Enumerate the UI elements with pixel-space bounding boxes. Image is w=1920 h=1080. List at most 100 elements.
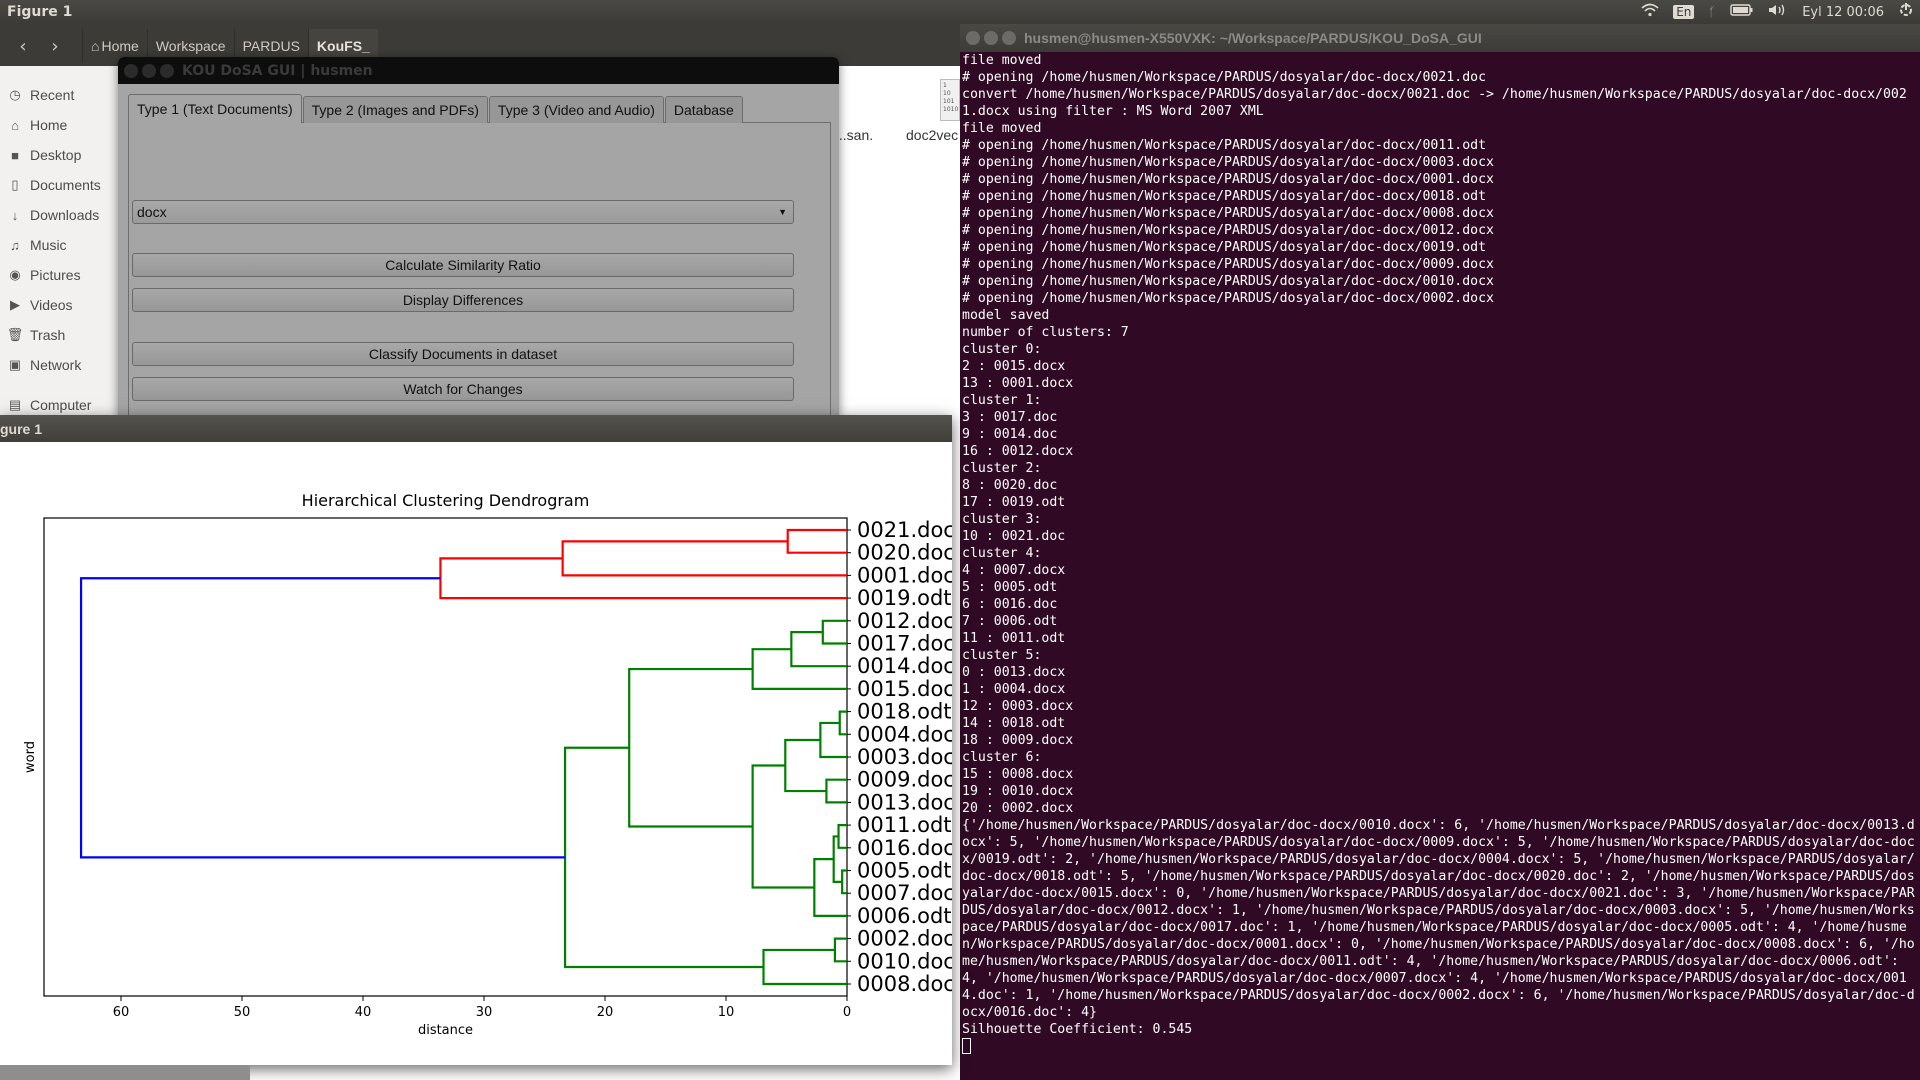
- dendrogram-link-m3: [439, 557, 847, 600]
- x-tick-label: 60: [113, 1005, 130, 1020]
- forward-button[interactable]: ›: [42, 31, 68, 61]
- dendrogram-link-m7: [838, 710, 847, 736]
- sidebar-item-home[interactable]: ⌂ Home: [0, 111, 120, 139]
- terminal-line: cluster 4:: [962, 546, 1042, 561]
- leaf-label: 0021.doc: [857, 518, 952, 542]
- leaf-label: 0001.docx: [857, 563, 952, 587]
- file-item-label[interactable]: doc2vec: [906, 127, 958, 143]
- calculate-similarity-button[interactable]: Calculate Similarity Ratio: [132, 253, 794, 277]
- minimize-button[interactable]: [142, 63, 156, 78]
- camera-icon: ◉: [9, 267, 21, 282]
- bluetooth-icon[interactable]: ᚶ: [1708, 5, 1716, 20]
- terminal-line: 20 : 0002.docx: [962, 801, 1074, 816]
- dendrogram-link-m6: [751, 648, 847, 690]
- terminal-line: 16 : 0012.docx: [962, 444, 1074, 459]
- terminal-line: 9 : 0014.doc: [962, 427, 1058, 442]
- trash-icon: 🗑︎: [6, 327, 24, 342]
- terminal-line: 8 : 0020.doc: [962, 478, 1058, 493]
- close-button[interactable]: [966, 31, 980, 45]
- file-type-combo[interactable]: docx ▼: [132, 200, 794, 224]
- tab-type2[interactable]: Type 2 (Images and PDFs): [302, 96, 488, 123]
- classify-documents-button[interactable]: Classify Documents in dataset: [132, 342, 794, 366]
- sidebar-item-videos[interactable]: ▶ Videos: [0, 291, 120, 319]
- terminal-line: convert /home/husmen/Workspace/PARDUS/do…: [962, 87, 1907, 119]
- terminal-line: # opening /home/husmen/Workspace/PARDUS/…: [962, 274, 1494, 289]
- leaf-label: 0010.docx: [857, 949, 952, 973]
- leaf-label: 0002.docx: [857, 927, 952, 951]
- power-icon[interactable]: [1898, 2, 1914, 22]
- terminal-title-bar[interactable]: husmen@husmen-X550VXK: ~/Workspace/PARDU…: [960, 24, 1920, 52]
- sidebar-item-downloads[interactable]: ↓ Downloads: [0, 201, 120, 229]
- sidebar-item-pictures[interactable]: ◉ Pictures: [0, 261, 120, 289]
- terminal-line: cluster 6:: [962, 750, 1042, 765]
- chart-title: Hierarchical Clustering Dendrogram: [302, 491, 590, 510]
- volume-icon[interactable]: [1768, 3, 1788, 21]
- figure-window: gure 1 Hierarchical Clustering Dendrogra…: [0, 415, 952, 1065]
- terminal-line: # opening /home/husmen/Workspace/PARDUS/…: [962, 155, 1494, 170]
- dendrogram-link-m9: [825, 778, 847, 804]
- dendrogram-link-m8: [819, 721, 847, 759]
- keyboard-layout-icon[interactable]: En: [1673, 5, 1695, 19]
- terminal-line: Silhouette Coefficient: 0.545: [962, 1022, 1193, 1037]
- minimize-button[interactable]: [984, 31, 998, 45]
- maximize-button[interactable]: [160, 63, 174, 78]
- sidebar-item-network[interactable]: ▣ Network: [0, 351, 120, 379]
- maximize-button[interactable]: [1002, 31, 1016, 45]
- watch-changes-button[interactable]: Watch for Changes: [132, 377, 794, 401]
- battery-icon[interactable]: [1730, 4, 1754, 20]
- terminal-line: # opening /home/husmen/Workspace/PARDUS/…: [962, 70, 1487, 85]
- leaf-label: 0005.odt: [857, 859, 952, 883]
- sidebar-item-recent[interactable]: ◷ Recent: [0, 81, 120, 109]
- dendrogram-link-m16: [628, 667, 753, 828]
- sidebar-item-documents[interactable]: ▯ Documents: [0, 171, 120, 199]
- terminal-line: 7 : 0006.odt: [962, 614, 1058, 629]
- terminal-line: # opening /home/husmen/Workspace/PARDUS/…: [962, 206, 1494, 221]
- leaf-label: 0004.docx: [857, 722, 952, 746]
- sidebar-item-music[interactable]: ♫ Music: [0, 231, 120, 259]
- leaf-label: 0017.doc: [857, 632, 952, 656]
- music-icon: ♫: [10, 237, 20, 253]
- figure-title-bar[interactable]: gure 1: [0, 415, 952, 442]
- dendrogram-link-m20: [79, 577, 566, 859]
- network-icon: ▣: [8, 357, 22, 372]
- leaf-label: 0006.odt: [857, 904, 952, 928]
- download-icon: ↓: [11, 207, 19, 223]
- display-differences-button[interactable]: Display Differences: [132, 288, 794, 312]
- kou-title-bar[interactable]: KOU DoSA GUI | husmen: [118, 57, 839, 84]
- x-axis-label: distance: [418, 1023, 473, 1038]
- x-tick-label: 30: [476, 1005, 493, 1020]
- sidebar-item-trash[interactable]: 🗑︎ Trash: [0, 321, 120, 349]
- x-tick-label: 40: [355, 1005, 372, 1020]
- active-window-title: Figure 1: [7, 4, 73, 20]
- file-item-label[interactable]: ...san.: [835, 127, 873, 143]
- terminal-line: cluster 1:: [962, 393, 1042, 408]
- wifi-icon[interactable]: [1641, 3, 1659, 21]
- back-button[interactable]: ‹: [10, 31, 36, 61]
- sidebar-item-desktop[interactable]: ■ Desktop: [0, 141, 120, 169]
- clock[interactable]: Eyl 12 00:06: [1802, 5, 1884, 20]
- terminal-line: # opening /home/husmen/Workspace/PARDUS/…: [962, 257, 1494, 272]
- leaf-label: 0019.odt: [857, 586, 952, 610]
- terminal-line: # opening /home/husmen/Workspace/PARDUS/…: [962, 172, 1494, 187]
- terminal-line: 6 : 0016.doc: [962, 597, 1058, 612]
- terminal-line: 5 : 0005.odt: [962, 580, 1058, 595]
- folder-icon: ■: [11, 147, 19, 163]
- tab-type1[interactable]: Type 1 (Text Documents): [128, 94, 302, 123]
- leaf-label: 0012.docx: [857, 609, 952, 633]
- x-tick-label: 10: [718, 1005, 735, 1020]
- terminal-line: number of clusters: 7: [962, 325, 1129, 340]
- terminal-line: {'/home/husmen/Workspace/PARDUS/dosyalar…: [962, 818, 1915, 1020]
- leaf-label: 0013.docx: [857, 790, 952, 814]
- terminal-line: cluster 5:: [962, 648, 1042, 663]
- leaf-label: 0020.doc: [857, 541, 952, 565]
- terminal-line: 4 : 0007.docx: [962, 563, 1066, 578]
- terminal-output[interactable]: file moved # opening /home/husmen/Workspa…: [960, 52, 1920, 1055]
- terminal-line: 18 : 0009.docx: [962, 733, 1074, 748]
- drive-icon: ▤: [8, 397, 22, 412]
- tab-database[interactable]: Database: [664, 96, 743, 123]
- window-edge: [0, 1065, 250, 1080]
- terminal-line: 2 : 0015.docx: [962, 359, 1066, 374]
- close-button[interactable]: [124, 63, 138, 78]
- binary-file-icon[interactable]: 1 10 101 1010: [940, 79, 960, 121]
- tab-type3[interactable]: Type 3 (Video and Audio): [488, 96, 664, 123]
